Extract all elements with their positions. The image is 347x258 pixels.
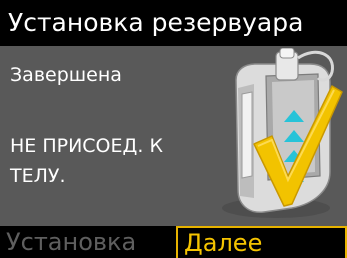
install-softkey[interactable]: Установка xyxy=(0,226,176,258)
status-text: Завершена xyxy=(10,64,122,86)
warning-line-2: ТЕЛУ. xyxy=(10,165,66,187)
screen-title: Установка резервуара xyxy=(8,8,304,37)
reservoir-inserted-check-icon xyxy=(222,48,343,218)
next-softkey-label: Далее xyxy=(184,229,263,257)
warning-message: НЕ ПРИСОЕД. К ТЕЛУ. xyxy=(10,131,163,191)
title-bar: Установка резервуара xyxy=(0,0,347,46)
softkey-bar: Установка Далее xyxy=(0,226,347,258)
pump-screen: Установка резервуара Завершена НЕ ПРИСОЕ… xyxy=(0,0,347,258)
next-softkey[interactable]: Далее xyxy=(176,226,347,258)
install-softkey-label: Установка xyxy=(6,228,137,256)
warning-line-1: НЕ ПРИСОЕД. К xyxy=(10,135,163,157)
